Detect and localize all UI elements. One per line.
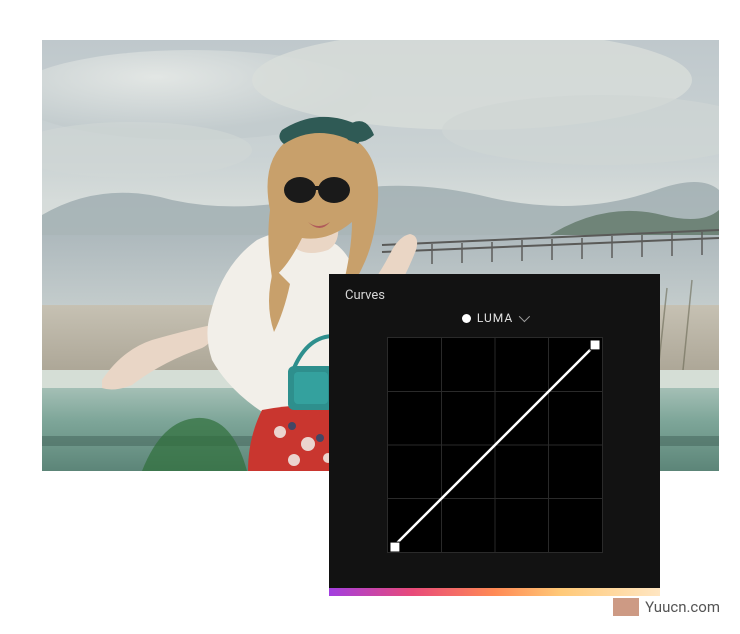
channel-selector[interactable]: LUMA [345, 311, 644, 325]
curve-editor[interactable] [387, 337, 603, 553]
curve-point-shadow-start [389, 542, 399, 552]
watermark-text: Yuucn.com [645, 598, 720, 616]
chevron-down-icon [519, 311, 530, 322]
channel-label: LUMA [477, 311, 513, 325]
panel-title: Curves [345, 288, 644, 303]
watermark-swatch [613, 598, 639, 616]
watermark: Yuucn.com [613, 598, 720, 616]
channel-color-dot [462, 314, 471, 323]
hue-gradient-bar [329, 588, 660, 596]
curves-panel: Curves LUMA [329, 274, 660, 596]
curve-point-highlight-end [590, 340, 600, 350]
